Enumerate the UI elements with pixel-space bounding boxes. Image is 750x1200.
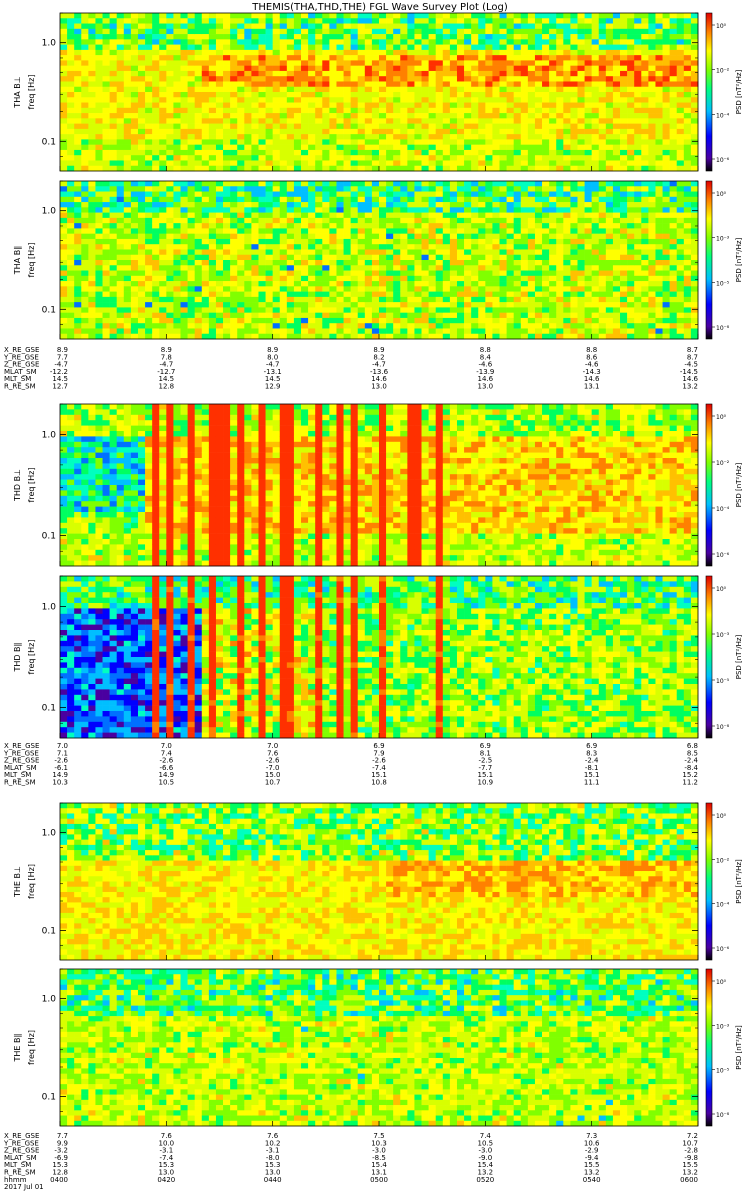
- ephemeris-value: 10.5: [159, 779, 175, 787]
- panel-ylabel: THA B∥: [13, 246, 22, 275]
- ephemeris-value: 12.9: [265, 383, 281, 391]
- spectrogram-panel-the-par: 1.0 0.1 THE B∥ freq [Hz] 10⁰ 10⁻³ 10⁻⁵ 10⁻⁸ PSD …: [13, 968, 743, 1127]
- ephemeris-value: 13.0: [371, 383, 387, 391]
- panel-ylabel-units: freq [Hz]: [27, 640, 36, 675]
- ephemeris-value: 0540: [583, 1176, 601, 1184]
- freq-tick-label: 1.0: [42, 829, 57, 839]
- colorbar-tick-label: 10⁻⁴: [716, 112, 730, 119]
- spectrogram-panel-tha-perp: 1.0 0.1 THA B⊥ freq [Hz] 10⁰ 10⁻² 10⁻⁴ 10⁻⁶ PSD …: [13, 12, 743, 172]
- colorbar-tick-label: 10⁻⁵: [716, 678, 730, 685]
- colorbar-label: PSD [nT²/Hz]: [735, 69, 743, 114]
- colorbar-tick-label: 10⁰: [716, 414, 727, 421]
- colorbar: [705, 968, 713, 1127]
- panel-ylabel: THA B⊥: [13, 76, 22, 108]
- colorbar-tick-label: 10⁻⁴: [716, 902, 730, 909]
- panel-ylabel-units: freq [Hz]: [27, 468, 36, 503]
- ephemeris-table-tha: X_RE_GSEY_RE_GSEZ_RE_GSEMLAT_SMMLT_SMR_R…: [3, 346, 699, 391]
- colorbar: [705, 403, 713, 567]
- panel-ylabel: THD B∥: [13, 642, 22, 672]
- spectrogram-panel-thd-perp: 1.0 0.1 THD B⊥ freq [Hz] 10⁰ 10⁻² 10⁻⁴ 10⁻⁶ PSD …: [13, 403, 743, 567]
- colorbar-tick-label: 10⁰: [716, 586, 727, 593]
- freq-tick-label: 1.0: [42, 430, 57, 440]
- panel-ylabel-units: freq [Hz]: [27, 75, 36, 110]
- ephemeris-value: 11.2: [682, 779, 698, 787]
- plot-title: THEMIS(THA,THD,THE) FGL Wave Survey Plot…: [251, 2, 508, 13]
- colorbar: [705, 12, 713, 172]
- freq-tick-label: 0.1: [42, 305, 56, 315]
- colorbar-label: PSD [nT²/Hz]: [735, 237, 743, 282]
- colorbar-tick-label: 10⁻⁸: [716, 724, 730, 731]
- ephemeris-value: 10.8: [371, 779, 387, 787]
- ephemeris-value: 13.0: [478, 383, 494, 391]
- colorbar-label: PSD [nT²/Hz]: [735, 1025, 743, 1070]
- ephemeris-value: 12.8: [159, 383, 175, 391]
- colorbar-tick-label: 10⁰: [716, 191, 727, 198]
- spectrogram-panel-the-perp: 1.0 0.1 THE B⊥ freq [Hz] 10⁰ 10⁻² 10⁻⁴ 10⁻⁶ PSD …: [13, 802, 743, 961]
- spectrogram-panel-thd-par: 1.0 0.1 THD B∥ freq [Hz] 10⁰ 10⁻³ 10⁻⁵ 10⁻⁸ PSD …: [13, 575, 743, 739]
- ephemeris-value: 0600: [680, 1176, 698, 1184]
- colorbar-tick-label: 10⁻⁵: [716, 1068, 730, 1075]
- ephemeris-value: 10.3: [52, 779, 68, 787]
- ephemeris-value: 0520: [476, 1176, 494, 1184]
- colorbar-tick-label: 10⁻⁸: [716, 325, 730, 332]
- colorbar-tick-label: 10⁻⁶: [716, 552, 730, 559]
- colorbar-tick-label: 10⁻⁸: [716, 1112, 730, 1119]
- ephemeris-row-label: R_RE_SM: [4, 779, 36, 787]
- colorbar-tick-label: 10⁻⁴: [716, 506, 730, 513]
- freq-tick-label: 0.1: [42, 137, 56, 147]
- panel-ylabel: THE B⊥: [13, 866, 22, 898]
- freq-tick-label: 0.1: [42, 926, 56, 936]
- freq-tick-label: 1.0: [42, 602, 57, 612]
- ephemeris-row-label: R_RE_SM: [4, 383, 36, 391]
- panel-ylabel: THD B⊥: [13, 469, 22, 502]
- freq-tick-label: 0.1: [42, 704, 56, 714]
- freq-tick-label: 1.0: [42, 207, 57, 217]
- colorbar-tick-label: 10⁰: [716, 979, 727, 986]
- colorbar-tick-label: 10⁻³: [716, 1023, 730, 1030]
- panel-ylabel-units: freq [Hz]: [27, 864, 36, 899]
- colorbar-tick-label: 10⁰: [716, 23, 727, 30]
- ephemeris-value: 10.7: [265, 779, 281, 787]
- panel-ylabel-units: freq [Hz]: [27, 1030, 36, 1065]
- ephemeris-row-label: 2017 Jul 01: [4, 1183, 44, 1191]
- ephemeris-value: 0420: [157, 1176, 175, 1184]
- colorbar-tick-label: 10⁻⁶: [716, 157, 730, 164]
- freq-tick-label: 1.0: [42, 39, 57, 49]
- ephemeris-table-the: X_RE_GSEY_RE_GSEZ_RE_GSEMLAT_SMMLT_SMR_R…: [3, 1132, 698, 1191]
- colorbar: [705, 180, 713, 340]
- freq-tick-label: 1.0: [42, 995, 57, 1005]
- ephemeris-value: 13.1: [584, 383, 600, 391]
- colorbar-tick-label: 10⁻³: [716, 236, 730, 243]
- ephemeris-value: 10.9: [478, 779, 494, 787]
- colorbar-tick-label: 10⁻²: [716, 460, 730, 467]
- colorbar-tick-label: 10⁻²: [716, 68, 730, 75]
- colorbar-tick-label: 10⁻⁶: [716, 946, 730, 953]
- panel-ylabel-units: freq [Hz]: [27, 243, 36, 278]
- ephemeris-value: 0400: [50, 1176, 68, 1184]
- ephemeris-value: 12.7: [52, 383, 68, 391]
- colorbar: [705, 575, 713, 739]
- colorbar-label: PSD [nT²/Hz]: [735, 462, 743, 507]
- freq-tick-label: 0.1: [42, 1092, 56, 1102]
- ephemeris-value: 0500: [370, 1176, 388, 1184]
- freq-tick-label: 0.1: [42, 532, 56, 542]
- ephemeris-value: 13.2: [682, 383, 698, 391]
- ephemeris-value: 0440: [264, 1176, 282, 1184]
- spectrogram-panel-tha-par: 1.0 0.1 THA B∥ freq [Hz] 10⁰ 10⁻³ 10⁻⁵ 10⁻⁸ PSD …: [13, 180, 743, 340]
- colorbar-tick-label: 10⁰: [716, 813, 727, 820]
- colorbar-label: PSD [nT²/Hz]: [735, 859, 743, 904]
- colorbar: [705, 802, 713, 961]
- colorbar-tick-label: 10⁻³: [716, 632, 730, 639]
- colorbar-tick-label: 10⁻⁵: [716, 280, 730, 287]
- colorbar-label: PSD [nT²/Hz]: [735, 634, 743, 679]
- ephemeris-value: 11.1: [584, 779, 600, 787]
- colorbar-tick-label: 10⁻²: [716, 857, 730, 864]
- ephemeris-table-thd: X_RE_GSEY_RE_GSEZ_RE_GSEMLAT_SMMLT_SMR_R…: [3, 742, 699, 787]
- panel-ylabel: THE B∥: [13, 1034, 22, 1063]
- wave-survey-figure: THEMIS(THA,THD,THE) FGL Wave Survey Plot…: [3, 2, 743, 1191]
